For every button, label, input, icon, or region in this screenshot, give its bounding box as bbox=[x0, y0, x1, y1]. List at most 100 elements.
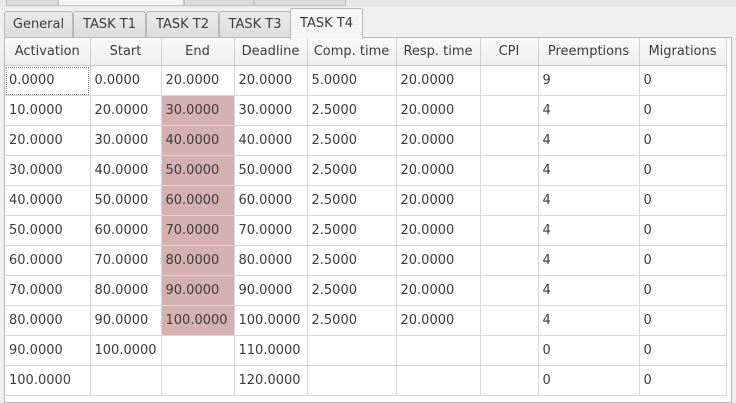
table-cell[interactable]: 0.0000 bbox=[5, 65, 91, 96]
table-cell[interactable]: 2.5000 bbox=[307, 125, 397, 156]
table-cell[interactable]: 70.0000 bbox=[161, 215, 235, 246]
table-cell[interactable] bbox=[396, 365, 481, 396]
task-results-table-frame[interactable]: Activation Start End Deadline Comp. time Resp… bbox=[4, 37, 732, 403]
table-cell[interactable]: 20.0000 bbox=[396, 155, 481, 186]
table-cell[interactable]: 80.0000 bbox=[234, 245, 308, 276]
table-cell[interactable]: 0 bbox=[639, 305, 727, 336]
table-cell[interactable] bbox=[480, 185, 539, 216]
table-cell[interactable]: 4 bbox=[538, 95, 640, 126]
table-cell[interactable] bbox=[480, 65, 539, 96]
table-cell[interactable]: 4 bbox=[538, 155, 640, 186]
column-header[interactable]: Start bbox=[90, 38, 162, 66]
tab-task-t4[interactable]: TASK T4 bbox=[290, 8, 363, 39]
table-cell[interactable]: 4 bbox=[538, 185, 640, 216]
table-cell[interactable]: 120.0000 bbox=[234, 365, 308, 396]
table-cell[interactable]: 5.0000 bbox=[307, 65, 397, 96]
table-cell[interactable]: 0 bbox=[639, 125, 727, 156]
table-cell[interactable] bbox=[161, 365, 235, 396]
table-cell[interactable]: 9 bbox=[538, 65, 640, 96]
tab-task-t2[interactable]: TASK T2 bbox=[146, 11, 219, 38]
table-cell[interactable]: 0 bbox=[639, 215, 727, 246]
table-cell[interactable] bbox=[480, 125, 539, 156]
outer-tab[interactable] bbox=[58, 0, 184, 6]
column-header[interactable]: Activation bbox=[5, 38, 91, 66]
tab-general[interactable]: General bbox=[4, 11, 73, 38]
table-cell[interactable] bbox=[480, 335, 539, 366]
table-cell[interactable] bbox=[480, 95, 539, 126]
table-cell[interactable] bbox=[90, 365, 162, 396]
table-cell[interactable] bbox=[480, 155, 539, 186]
table-cell[interactable]: 0 bbox=[639, 335, 727, 366]
table-cell[interactable]: 30.0000 bbox=[90, 125, 162, 156]
table-cell[interactable]: 10.0000 bbox=[5, 95, 91, 126]
table-cell[interactable]: 20.0000 bbox=[396, 95, 481, 126]
table-cell[interactable]: 100.0000 bbox=[90, 335, 162, 366]
table-cell[interactable]: 30.0000 bbox=[5, 155, 91, 186]
table-cell[interactable]: 20.0000 bbox=[5, 125, 91, 156]
table-cell[interactable]: 30.0000 bbox=[161, 95, 235, 126]
table-cell[interactable]: 20.0000 bbox=[396, 185, 481, 216]
tab-task-t3[interactable]: TASK T3 bbox=[219, 11, 291, 38]
column-header[interactable]: Resp. time bbox=[396, 38, 481, 66]
table-cell[interactable] bbox=[480, 305, 539, 336]
column-header[interactable]: End bbox=[161, 38, 235, 66]
table-cell[interactable]: 50.0000 bbox=[234, 155, 308, 186]
column-header[interactable]: Preemptions bbox=[538, 38, 640, 66]
table-cell[interactable] bbox=[396, 335, 481, 366]
table-cell[interactable]: 0 bbox=[639, 95, 727, 126]
table-cell[interactable]: 4 bbox=[538, 215, 640, 246]
table-cell[interactable]: 4 bbox=[538, 275, 640, 306]
outer-tab[interactable] bbox=[254, 0, 346, 6]
table-cell[interactable]: 20.0000 bbox=[396, 125, 481, 156]
table-cell[interactable]: 2.5000 bbox=[307, 215, 397, 246]
table-cell[interactable]: 90.0000 bbox=[161, 275, 235, 306]
table-cell[interactable]: 2.5000 bbox=[307, 155, 397, 186]
table-cell[interactable] bbox=[161, 335, 235, 366]
table-cell[interactable] bbox=[480, 215, 539, 246]
table-cell[interactable]: 50.0000 bbox=[5, 215, 91, 246]
table-cell[interactable]: 70.0000 bbox=[90, 245, 162, 276]
table-cell[interactable]: 0 bbox=[538, 365, 640, 396]
table-cell[interactable]: 0 bbox=[639, 185, 727, 216]
table-cell[interactable]: 2.5000 bbox=[307, 245, 397, 276]
table-cell[interactable]: 0 bbox=[639, 155, 727, 186]
table-cell[interactable]: 2.5000 bbox=[307, 95, 397, 126]
table-cell[interactable] bbox=[480, 245, 539, 276]
table-cell[interactable]: 2.5000 bbox=[307, 185, 397, 216]
table-cell[interactable]: 40.0000 bbox=[90, 155, 162, 186]
table-cell[interactable]: 70.0000 bbox=[5, 275, 91, 306]
table-cell[interactable]: 60.0000 bbox=[90, 215, 162, 246]
table-cell[interactable]: 0.0000 bbox=[90, 65, 162, 96]
table-cell[interactable]: 60.0000 bbox=[5, 245, 91, 276]
table-cell[interactable]: 4 bbox=[538, 125, 640, 156]
table-cell[interactable]: 4 bbox=[538, 245, 640, 276]
table-cell[interactable]: 90.0000 bbox=[90, 305, 162, 336]
table-cell[interactable]: 20.0000 bbox=[396, 65, 481, 96]
table-cell[interactable]: 0 bbox=[538, 335, 640, 366]
table-cell[interactable]: 20.0000 bbox=[90, 95, 162, 126]
table-cell[interactable] bbox=[480, 275, 539, 306]
table-cell[interactable]: 0 bbox=[639, 245, 727, 276]
table-cell[interactable]: 60.0000 bbox=[234, 185, 308, 216]
table-cell[interactable] bbox=[307, 365, 397, 396]
table-cell[interactable]: 100.0000 bbox=[234, 305, 308, 336]
table-cell[interactable]: 2.5000 bbox=[307, 275, 397, 306]
table-cell[interactable]: 100.0000 bbox=[5, 365, 91, 396]
table-cell[interactable]: 2.5000 bbox=[307, 305, 397, 336]
table-cell[interactable]: 0 bbox=[639, 275, 727, 306]
table-cell[interactable] bbox=[307, 335, 397, 366]
table-cell[interactable]: 70.0000 bbox=[234, 215, 308, 246]
table-cell[interactable]: 50.0000 bbox=[161, 155, 235, 186]
table-cell[interactable]: 20.0000 bbox=[396, 305, 481, 336]
table-cell[interactable]: 100.0000 bbox=[161, 305, 235, 336]
table-cell[interactable]: 110.0000 bbox=[234, 335, 308, 366]
outer-tab[interactable] bbox=[184, 0, 254, 6]
outer-tab[interactable] bbox=[6, 0, 58, 6]
table-cell[interactable]: 80.0000 bbox=[5, 305, 91, 336]
table-cell[interactable]: 90.0000 bbox=[5, 335, 91, 366]
table-cell[interactable]: 20.0000 bbox=[396, 275, 481, 306]
table-cell[interactable]: 40.0000 bbox=[234, 125, 308, 156]
table-cell[interactable]: 50.0000 bbox=[90, 185, 162, 216]
table-cell[interactable]: 4 bbox=[538, 305, 640, 336]
table-cell[interactable]: 0 bbox=[639, 365, 727, 396]
